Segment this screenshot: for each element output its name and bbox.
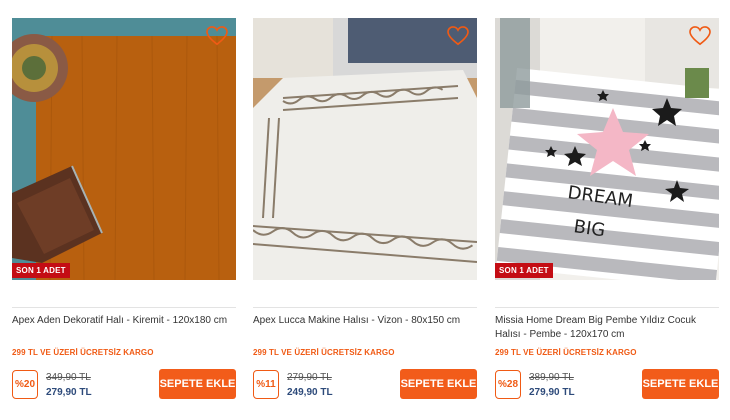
heart-outline-icon[interactable]: [447, 26, 469, 46]
product-card[interactable]: Apex Lucca Makine Halısı - Vizon - 80x15…: [253, 18, 477, 408]
stock-badge: SON 1 ADET: [495, 263, 553, 278]
discount-badge: %20: [12, 370, 38, 399]
free-shipping-label: 299 TL VE ÜZERİ ÜCRETSİZ KARGO: [253, 348, 395, 357]
add-to-cart-button[interactable]: SEPETE EKLE: [400, 369, 477, 399]
product-card[interactable]: DREAM BIG SON 1 ADET Missia Home Dream B…: [495, 18, 719, 408]
heart-outline-icon[interactable]: [689, 26, 711, 46]
product-image[interactable]: DREAM BIG SON 1 ADET: [495, 18, 719, 280]
product-title[interactable]: Missia Home Dream Big Pembe Yıldız Cocuk…: [495, 314, 719, 342]
rug-text-line2: BIG: [572, 216, 606, 241]
product-image[interactable]: [253, 18, 477, 280]
old-price: 389,90 TL: [529, 372, 574, 383]
divider: [253, 307, 477, 308]
add-to-cart-button[interactable]: SEPETE EKLE: [642, 369, 719, 399]
product-title[interactable]: Apex Lucca Makine Halısı - Vizon - 80x15…: [253, 314, 477, 328]
new-price: 249,90 TL: [287, 387, 333, 398]
new-price: 279,90 TL: [529, 387, 575, 398]
product-title[interactable]: Apex Aden Dekoratif Halı - Kiremit - 120…: [12, 314, 236, 328]
old-price: 279,90 TL: [287, 372, 332, 383]
product-image[interactable]: SON 1 ADET: [12, 18, 236, 280]
divider: [12, 307, 236, 308]
heart-outline-icon[interactable]: [206, 26, 228, 46]
divider: [495, 307, 719, 308]
old-price: 349,90 TL: [46, 372, 91, 383]
free-shipping-label: 299 TL VE ÜZERİ ÜCRETSİZ KARGO: [495, 348, 637, 357]
discount-badge: %28: [495, 370, 521, 399]
stock-badge: SON 1 ADET: [12, 263, 70, 278]
free-shipping-label: 299 TL VE ÜZERİ ÜCRETSİZ KARGO: [12, 348, 154, 357]
add-to-cart-button[interactable]: SEPETE EKLE: [159, 369, 236, 399]
new-price: 279,90 TL: [46, 387, 92, 398]
product-card[interactable]: SON 1 ADET Apex Aden Dekoratif Halı - Ki…: [12, 18, 236, 408]
discount-badge: %11: [253, 370, 279, 399]
